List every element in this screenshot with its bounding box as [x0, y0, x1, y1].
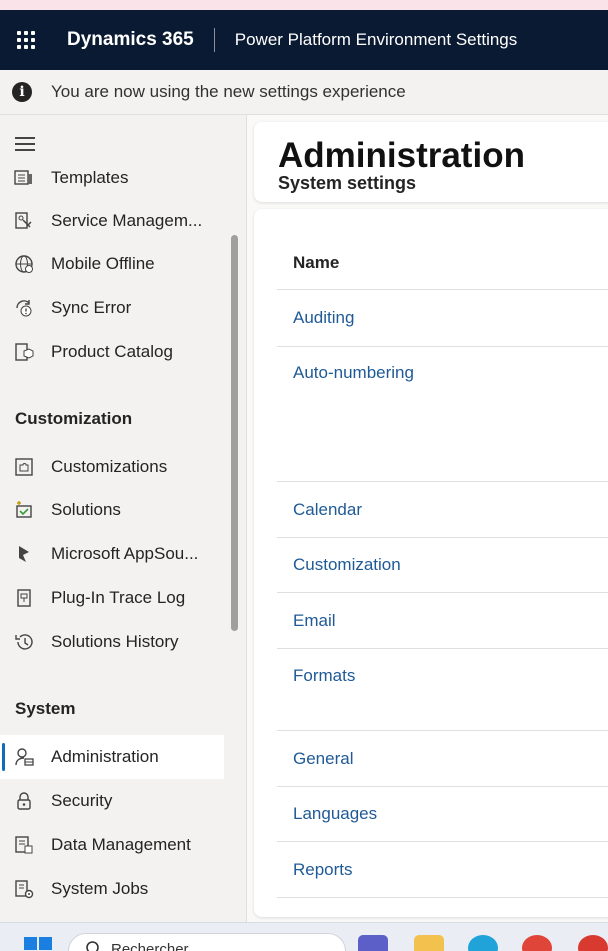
row-divider — [277, 481, 608, 482]
sidebar-item-label: Templates — [51, 168, 129, 187]
header-subtitle: Power Platform Environment Settings — [234, 30, 518, 49]
row-divider — [277, 592, 608, 593]
administration-icon — [13, 746, 35, 768]
service-management-icon — [13, 210, 35, 232]
sidebar-item-label: Customizations — [51, 457, 168, 476]
sidebar-item-templates[interactable]: Templates — [0, 156, 224, 200]
sidebar-item-service-management[interactable]: Service Managem... — [0, 199, 224, 243]
file-explorer-icon[interactable] — [414, 935, 444, 951]
sidebar-scrollbar[interactable] — [231, 235, 238, 631]
main-content: Administration System settings Name Audi… — [247, 115, 608, 922]
sidebar-item-data-management[interactable]: Data Management — [0, 823, 224, 867]
page-title: Administration — [278, 136, 525, 175]
row-divider — [277, 537, 608, 538]
page-subtitle: System settings — [278, 173, 417, 193]
sidebar-item-security[interactable]: Security — [0, 779, 224, 823]
system-jobs-icon — [13, 878, 35, 900]
solutions-icon — [13, 499, 35, 521]
header-divider — [213, 28, 215, 52]
app-header: Dynamics 365 Power Platform Environment … — [0, 10, 608, 70]
brand-name[interactable]: Dynamics 365 — [67, 29, 194, 51]
trace-log-icon — [13, 587, 35, 609]
templates-icon — [13, 167, 35, 189]
settings-link-reports[interactable]: Reports — [293, 860, 353, 880]
taskbar-search-box[interactable]: Rechercher — [68, 933, 346, 951]
sidebar-item-label: Mobile Offline — [51, 254, 155, 273]
product-catalog-icon — [13, 341, 35, 363]
row-divider — [277, 648, 608, 649]
sidebar-item-sync-error[interactable]: Sync Error — [0, 286, 224, 330]
header-divider — [277, 289, 608, 290]
info-bar: i You are now using the new settings exp… — [0, 70, 608, 115]
taskbar: Rechercher — [0, 922, 608, 951]
puzzle-icon — [13, 456, 35, 478]
section-title-customization: Customization — [15, 409, 133, 428]
appsource-icon — [13, 543, 35, 565]
search-icon — [86, 941, 99, 951]
sidebar-item-label: Product Catalog — [51, 342, 173, 361]
app-launcher-button[interactable] — [0, 10, 52, 70]
section-title-system: System — [15, 699, 76, 718]
history-icon — [13, 631, 35, 653]
windows-start-icon[interactable] — [24, 937, 52, 951]
sidebar-item-label: Solutions — [51, 500, 121, 519]
sidebar-item-label: Administration — [51, 747, 159, 766]
sidebar-item-solutions-history[interactable]: Solutions History — [0, 620, 224, 664]
sync-error-icon — [13, 297, 35, 319]
hamburger-menu-icon[interactable] — [15, 137, 35, 155]
settings-link-calendar[interactable]: Calendar — [293, 500, 362, 520]
chrome-profile-icon[interactable] — [522, 935, 552, 951]
chrome-icon[interactable] — [578, 935, 608, 951]
sidebar-item-mobile-offline[interactable]: Mobile Offline — [0, 242, 224, 286]
sidebar-item-system-jobs[interactable]: System Jobs — [0, 867, 224, 911]
sidebar-item-label: Sync Error — [51, 298, 132, 317]
lock-icon — [13, 790, 35, 812]
globe-icon — [13, 253, 35, 275]
sidebar-item-label: Security — [51, 791, 113, 810]
sidebar-item-appsource[interactable]: Microsoft AppSou... — [0, 532, 224, 576]
active-indicator — [2, 743, 5, 771]
sidebar-item-administration[interactable]: Administration — [0, 735, 224, 779]
row-divider — [277, 730, 608, 731]
settings-link-general[interactable]: General — [293, 749, 353, 769]
row-divider — [277, 346, 608, 347]
sidebar-item-label: Data Management — [51, 835, 191, 854]
teams-icon[interactable] — [358, 935, 388, 951]
sidebar-item-label: Microsoft AppSou... — [51, 544, 199, 563]
page-header-card: Administration System settings — [254, 122, 608, 202]
settings-link-languages[interactable]: Languages — [293, 804, 377, 824]
sidebar-item-plug-in-trace-log[interactable]: Plug-In Trace Log — [0, 576, 224, 620]
sidebar-item-customizations[interactable]: Customizations — [0, 445, 224, 489]
info-icon: i — [12, 82, 32, 102]
row-divider — [277, 897, 608, 898]
settings-link-auto-numbering[interactable]: Auto-numbering — [293, 363, 414, 383]
column-header-name[interactable]: Name — [293, 253, 339, 273]
browser-top-strip — [0, 0, 608, 10]
sidebar-item-label: Solutions History — [51, 632, 179, 651]
settings-link-customization[interactable]: Customization — [293, 555, 401, 575]
sidebar-item-label: Plug-In Trace Log — [51, 588, 186, 607]
info-message: You are now using the new settings exper… — [51, 82, 406, 101]
settings-link-auditing[interactable]: Auditing — [293, 308, 354, 328]
settings-list-card: Name Auditing Auto-numbering Calendar Cu… — [254, 209, 608, 917]
sidebar-item-solutions[interactable]: Solutions — [0, 488, 224, 532]
settings-link-formats[interactable]: Formats — [293, 666, 355, 686]
waffle-icon — [17, 31, 35, 49]
settings-link-email[interactable]: Email — [293, 611, 336, 631]
sidebar: Templates Service Managem... Mobile Offl… — [0, 115, 247, 922]
sidebar-item-label: Service Managem... — [51, 211, 203, 230]
edge-icon[interactable] — [468, 935, 498, 951]
sidebar-item-product-catalog[interactable]: Product Catalog — [0, 330, 224, 374]
sidebar-item-label: System Jobs — [51, 879, 149, 898]
data-management-icon — [13, 834, 35, 856]
row-divider — [277, 786, 608, 787]
row-divider — [277, 841, 608, 842]
